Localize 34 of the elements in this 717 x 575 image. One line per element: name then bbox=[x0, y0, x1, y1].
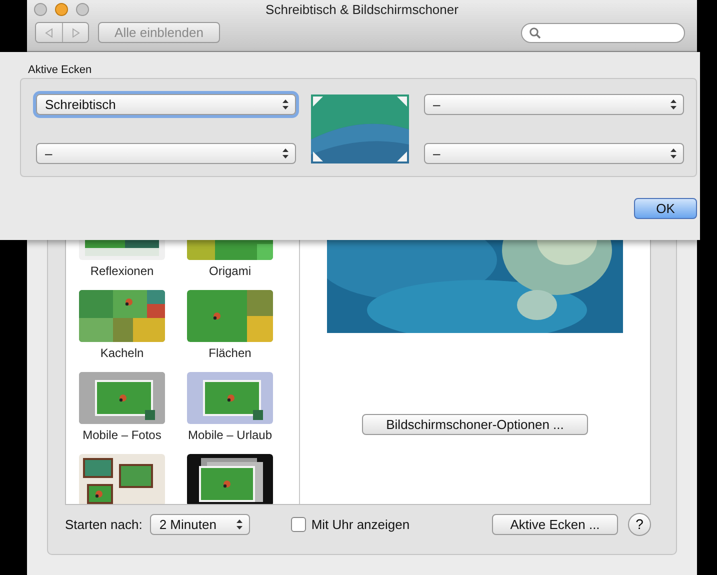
back-button[interactable] bbox=[36, 23, 62, 42]
corner-dropdown[interactable]: – bbox=[424, 143, 684, 164]
zoom-icon[interactable] bbox=[76, 3, 89, 16]
screensaver-options-button[interactable]: Bildschirmschoner-Optionen ... bbox=[362, 414, 588, 435]
screensaver-label: Kacheln bbox=[100, 346, 144, 361]
start-after-label: Starten nach: bbox=[65, 516, 142, 532]
corner-dropdown[interactable]: – bbox=[424, 94, 684, 115]
hot-corners-button[interactable]: Aktive Ecken ... bbox=[492, 514, 618, 534]
corner-dropdown[interactable]: Schreibtisch bbox=[36, 94, 296, 115]
forward-button[interactable] bbox=[62, 23, 88, 42]
stepper-icon bbox=[670, 99, 677, 110]
start-after-dropdown[interactable]: 2 Minuten bbox=[150, 514, 250, 534]
ok-button[interactable]: OK bbox=[634, 198, 697, 219]
stepper-icon bbox=[282, 99, 289, 110]
clock-checkbox-label: Mit Uhr anzeigen bbox=[311, 516, 410, 532]
screensaver-label: Mobile – Urlaub bbox=[188, 428, 272, 443]
help-button[interactable]: ? bbox=[628, 512, 651, 536]
sheet-title: Aktive Ecken bbox=[28, 64, 93, 78]
window-title: Schreibtisch & Bildschirmschoner bbox=[266, 2, 458, 17]
search-field[interactable] bbox=[521, 22, 685, 42]
screensaver-label: Reflexionen bbox=[90, 264, 154, 279]
stepper-icon bbox=[282, 148, 289, 159]
screensaver-label: Mobile – Fotos bbox=[82, 428, 162, 443]
corner-dropdown[interactable]: – bbox=[36, 143, 296, 164]
stepper-icon bbox=[670, 148, 677, 159]
clock-checkbox[interactable] bbox=[291, 516, 306, 532]
screensaver-label: Flächen bbox=[208, 346, 252, 361]
minimize-icon[interactable] bbox=[55, 3, 68, 16]
search-icon bbox=[529, 26, 541, 38]
back-icon bbox=[45, 28, 53, 38]
stepper-icon bbox=[236, 518, 244, 530]
screensaver-label: Origami bbox=[208, 264, 251, 279]
close-icon[interactable] bbox=[34, 3, 47, 16]
forward-icon bbox=[72, 28, 80, 38]
